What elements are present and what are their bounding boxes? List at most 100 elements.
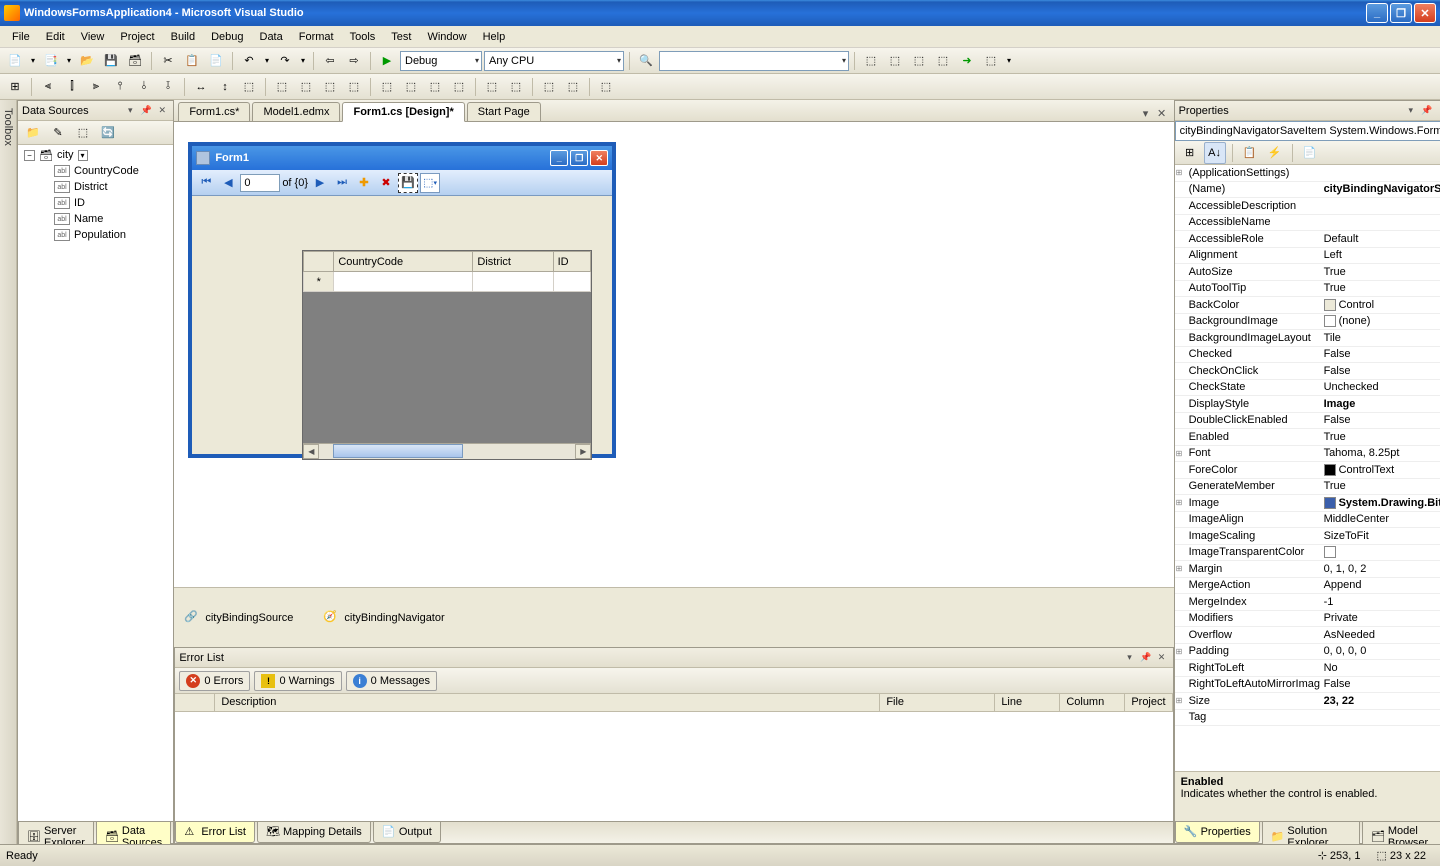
menu-debug[interactable]: Debug: [203, 29, 251, 45]
menu-test[interactable]: Test: [383, 29, 419, 45]
collapse-icon[interactable]: −: [24, 150, 35, 161]
property-value[interactable]: Private: [1320, 611, 1440, 627]
find-combo[interactable]: [659, 51, 849, 71]
property-value[interactable]: [1320, 710, 1440, 726]
property-value[interactable]: [1320, 165, 1440, 181]
tab-solution-explorer[interactable]: 📁Solution Explorer: [1262, 822, 1360, 844]
property-value[interactable]: True: [1320, 264, 1440, 280]
property-value[interactable]: Left: [1320, 248, 1440, 264]
property-value[interactable]: True: [1320, 479, 1440, 495]
nav-delete-button[interactable]: ✖: [376, 173, 396, 193]
scroll-left-button[interactable]: ◀: [303, 444, 319, 459]
menu-view[interactable]: View: [73, 29, 113, 45]
menu-format[interactable]: Format: [291, 29, 342, 45]
panel-close-icon[interactable]: ✕: [1436, 104, 1440, 118]
nav-position-input[interactable]: [240, 174, 280, 192]
copy-button[interactable]: 📋: [181, 50, 203, 72]
property-row[interactable]: BackgroundImageLayoutTile: [1175, 330, 1440, 347]
property-row[interactable]: Size23, 22: [1175, 693, 1440, 710]
tree-root-city[interactable]: − 🗃 city ▾: [20, 147, 171, 163]
tab-list-button[interactable]: ▾: [1138, 105, 1154, 121]
property-value[interactable]: False: [1320, 347, 1440, 363]
menu-project[interactable]: Project: [112, 29, 162, 45]
tb-btn-d[interactable]: ⬚: [932, 50, 954, 72]
data-grid-view[interactable]: CountryCodeDistrictID * ◀ ▶: [302, 250, 592, 460]
nav-first-button[interactable]: ⏮: [196, 173, 216, 193]
tb-btn-f[interactable]: ⬚: [980, 50, 1002, 72]
nav-prev-button[interactable]: ◀: [218, 173, 238, 193]
hspace-rem-button[interactable]: ⬚: [343, 76, 365, 98]
property-row[interactable]: AutoToolTipTrue: [1175, 281, 1440, 298]
start-debug-button[interactable]: ▶: [376, 50, 398, 72]
property-value[interactable]: MiddleCenter: [1320, 512, 1440, 528]
new-project-button[interactable]: 📄: [4, 50, 26, 72]
property-row[interactable]: FontTahoma, 8.25pt: [1175, 446, 1440, 463]
config-dropdown[interactable]: Debug: [400, 51, 482, 71]
error-list-body[interactable]: [175, 712, 1172, 821]
property-value[interactable]: cityBindingNavigatorSav: [1320, 182, 1440, 198]
tab-data-sources[interactable]: 🗃Data Sources: [96, 822, 171, 844]
property-value[interactable]: System.Drawing.Bitm: [1320, 495, 1440, 511]
property-value[interactable]: 0, 0, 0, 0: [1320, 644, 1440, 660]
property-value[interactable]: [1320, 215, 1440, 231]
new-dropdown-icon[interactable]: ▾: [28, 50, 38, 72]
grid-column-header[interactable]: ID: [553, 252, 591, 272]
maximize-button[interactable]: ❐: [1390, 3, 1412, 23]
property-row[interactable]: AutoSizeTrue: [1175, 264, 1440, 281]
property-row[interactable]: BackColorControl: [1175, 297, 1440, 314]
property-value[interactable]: Append: [1320, 578, 1440, 594]
tb-btn-a[interactable]: ⬚: [860, 50, 882, 72]
property-row[interactable]: Tag: [1175, 710, 1440, 727]
messages-filter-button[interactable]: i0 Messages: [346, 671, 437, 691]
paste-button[interactable]: 📄: [205, 50, 227, 72]
property-row[interactable]: ImageSystem.Drawing.Bitm: [1175, 495, 1440, 512]
same-size-button[interactable]: ⬚: [238, 76, 260, 98]
menu-data[interactable]: Data: [252, 29, 291, 45]
align-top-button[interactable]: ⫯: [109, 76, 131, 98]
panel-pin-icon[interactable]: 📌: [1420, 104, 1434, 118]
tab-properties[interactable]: 🔧Properties: [1175, 822, 1260, 843]
center-h-button[interactable]: ⬚: [481, 76, 503, 98]
panel-pin-icon[interactable]: 📌: [1139, 651, 1153, 665]
property-value[interactable]: Tile: [1320, 330, 1440, 346]
align-left-button[interactable]: ⫷: [37, 76, 59, 98]
form1-body[interactable]: ⏮ ◀ of {0} ▶ ⏭ ✚ ✖ 💾 ⬚▾ CountryCodeDistr…: [192, 170, 612, 454]
property-value[interactable]: ControlText: [1320, 462, 1440, 478]
panel-pin-icon[interactable]: 📌: [139, 104, 153, 118]
editor-tab[interactable]: Start Page: [467, 102, 541, 121]
add-item-button[interactable]: 📑: [40, 50, 62, 72]
edit-datasource-button[interactable]: ✎: [47, 122, 69, 144]
align-right-button[interactable]: ⫸: [85, 76, 107, 98]
tab-server-explorer[interactable]: 🗄Server Explorer: [18, 822, 94, 844]
menu-build[interactable]: Build: [163, 29, 203, 45]
property-row[interactable]: Padding0, 0, 0, 0: [1175, 644, 1440, 661]
grid-column-header[interactable]: District: [473, 252, 553, 272]
data-sources-tree[interactable]: − 🗃 city ▾ ablCountryCodeablDistrictablI…: [18, 145, 173, 821]
nav-save-button[interactable]: 💾: [398, 173, 418, 193]
form1-window[interactable]: Form1 _ ❐ ✕ ⏮ ◀ of {0} ▶ ⏭ ✚ ✖: [188, 142, 616, 458]
panel-close-icon[interactable]: ✕: [1155, 651, 1169, 665]
tab-close-button[interactable]: ✕: [1154, 105, 1170, 121]
property-value[interactable]: [1320, 198, 1440, 214]
property-value[interactable]: -1: [1320, 594, 1440, 610]
property-row[interactable]: CheckStateUnchecked: [1175, 380, 1440, 397]
panel-close-icon[interactable]: ✕: [155, 104, 169, 118]
property-row[interactable]: CheckedFalse: [1175, 347, 1440, 364]
panel-dropdown-icon[interactable]: ▾: [123, 104, 137, 118]
property-value[interactable]: False: [1320, 413, 1440, 429]
grid-column-header[interactable]: [304, 252, 334, 272]
undo-dropdown-icon[interactable]: ▾: [262, 50, 272, 72]
property-value[interactable]: No: [1320, 660, 1440, 676]
platform-dropdown[interactable]: Any CPU: [484, 51, 624, 71]
field-district[interactable]: ablDistrict: [20, 179, 171, 195]
property-value[interactable]: Default: [1320, 231, 1440, 247]
close-button[interactable]: ✕: [1414, 3, 1436, 23]
property-value[interactable]: Unchecked: [1320, 380, 1440, 396]
property-value[interactable]: SizeToFit: [1320, 528, 1440, 544]
align-middle-button[interactable]: ⫰: [133, 76, 155, 98]
property-value[interactable]: False: [1320, 677, 1440, 693]
vspace-rem-button[interactable]: ⬚: [448, 76, 470, 98]
warnings-filter-button[interactable]: !0 Warnings: [254, 671, 341, 691]
property-row[interactable]: DoubleClickEnabledFalse: [1175, 413, 1440, 430]
designer-surface[interactable]: Form1 _ ❐ ✕ ⏮ ◀ of {0} ▶ ⏭ ✚ ✖: [174, 122, 1173, 587]
